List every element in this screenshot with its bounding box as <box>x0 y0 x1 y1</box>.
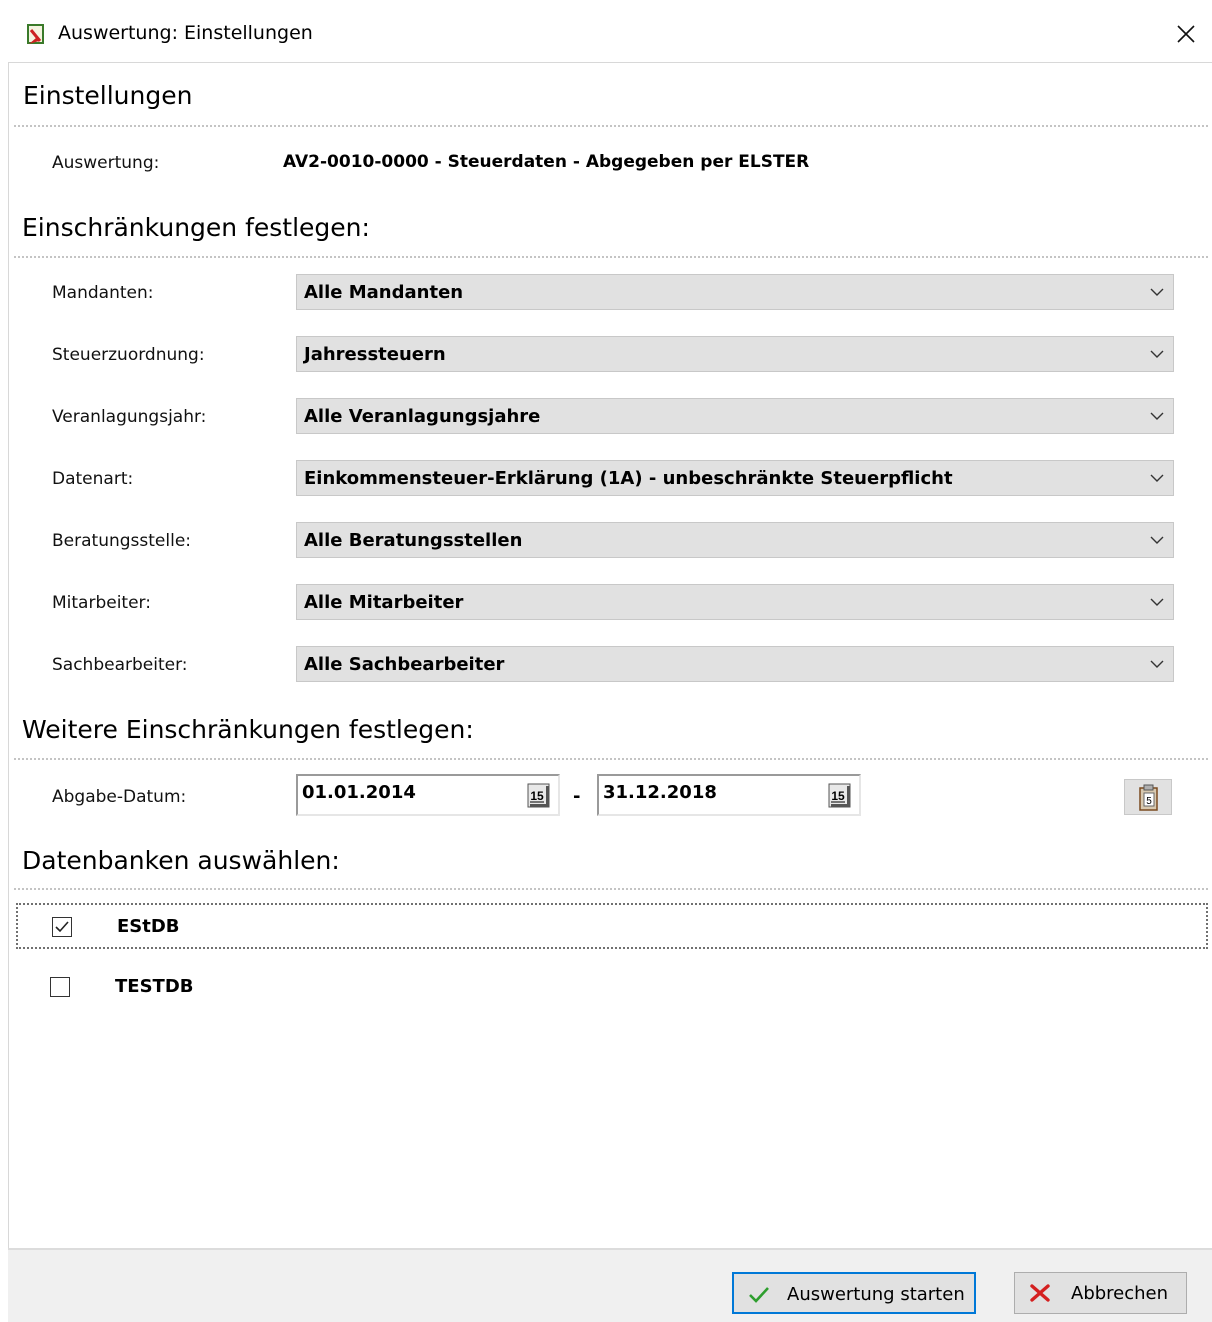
date-separator: - <box>573 786 581 807</box>
datenart-value: Einkommensteuer-Erklärung (1A) - unbesch… <box>304 468 953 489</box>
date-from-value: 01.01.2014 <box>302 782 416 803</box>
sachbearbeiter-value: Alle Sachbearbeiter <box>304 654 505 675</box>
start-evaluation-label: Auswertung starten <box>787 1284 965 1305</box>
testdb-checkbox[interactable] <box>50 977 70 997</box>
chevron-down-icon <box>1150 474 1164 482</box>
mandanten-value: Alle Mandanten <box>304 282 464 303</box>
mitarbeiter-value: Alle Mitarbeiter <box>304 592 464 613</box>
chevron-down-icon <box>1150 350 1164 358</box>
section-title-einstellungen: Einstellungen <box>23 81 193 110</box>
mandanten-dropdown[interactable]: Alle Mandanten <box>296 274 1174 310</box>
chevron-down-icon <box>1150 660 1164 668</box>
chevron-down-icon <box>1150 412 1164 420</box>
estdb-checkbox[interactable] <box>52 917 72 937</box>
report-app-icon <box>27 24 44 44</box>
section-title-restrictions: Einschränkungen festlegen: <box>22 213 370 242</box>
calendar-glyph: 15 <box>831 789 845 803</box>
date-to-value: 31.12.2018 <box>603 782 717 803</box>
section-divider <box>14 758 1208 760</box>
mandanten-label: Mandanten: <box>52 283 154 303</box>
veranlagungsjahr-dropdown[interactable]: Alle Veranlagungsjahre <box>296 398 1174 434</box>
veranlagungsjahr-label: Veranlagungsjahr: <box>52 407 207 427</box>
steuerzuordnung-dropdown[interactable]: Jahressteuern <box>296 336 1174 372</box>
start-evaluation-button[interactable]: Auswertung starten <box>732 1272 976 1314</box>
abgabe-datum-label: Abgabe-Datum: <box>52 787 187 807</box>
calendar-clipboard-icon: 5 <box>1139 784 1158 811</box>
datenart-label: Datenart: <box>52 469 134 489</box>
cancel-button[interactable]: Abbrechen <box>1014 1272 1187 1314</box>
close-icon[interactable] <box>1174 22 1198 46</box>
estdb-label: EStDB <box>117 916 180 937</box>
beratungsstelle-label: Beratungsstelle: <box>52 531 192 551</box>
dialog-window: Auswertung: Einstellungen Einstellungen … <box>0 0 1212 1322</box>
auswertung-value: AV2-0010-0000 - Steuerdaten - Abgegeben … <box>283 152 810 172</box>
section-divider <box>14 125 1208 127</box>
calendar-glyph: 15 <box>530 789 544 803</box>
beratungsstelle-value: Alle Beratungsstellen <box>304 530 523 551</box>
calendar-icon[interactable]: 15 <box>526 782 552 810</box>
section-title-databases: Datenbanken auswählen: <box>22 846 340 875</box>
date-to-field[interactable]: 31.12.2018 15 <box>597 774 861 816</box>
date-from-field[interactable]: 01.01.2014 15 <box>296 774 560 816</box>
button-bar: Auswertung starten Abbrechen <box>8 1248 1212 1322</box>
steuerzuordnung-label: Steuerzuordnung: <box>52 345 205 365</box>
window-title: Auswertung: Einstellungen <box>58 22 313 44</box>
database-row-estdb[interactable]: EStDB <box>16 903 1208 949</box>
veranlagungsjahr-value: Alle Veranlagungsjahre <box>304 406 541 427</box>
sachbearbeiter-label: Sachbearbeiter: <box>52 655 188 675</box>
beratungsstelle-dropdown[interactable]: Alle Beratungsstellen <box>296 522 1174 558</box>
checkmark-icon <box>55 921 69 933</box>
database-row-testdb[interactable]: TESTDB <box>16 965 1208 1011</box>
cancel-x-icon <box>1030 1284 1050 1302</box>
auswertung-label: Auswertung: <box>52 153 160 173</box>
mitarbeiter-dropdown[interactable]: Alle Mitarbeiter <box>296 584 1174 620</box>
chevron-down-icon <box>1150 598 1164 606</box>
chevron-down-icon <box>1150 536 1164 544</box>
testdb-label: TESTDB <box>115 976 194 997</box>
section-divider <box>14 888 1208 890</box>
calendar-icon[interactable]: 15 <box>827 782 853 810</box>
mitarbeiter-label: Mitarbeiter: <box>52 593 151 613</box>
steuerzuordnung-value: Jahressteuern <box>304 344 446 365</box>
section-title-more-restrictions: Weitere Einschränkungen festlegen: <box>22 715 474 744</box>
chevron-down-icon <box>1150 288 1164 296</box>
date-preset-button[interactable]: 5 <box>1124 779 1172 815</box>
cancel-label: Abbrechen <box>1071 1283 1169 1304</box>
checkmark-icon <box>749 1287 769 1303</box>
section-divider <box>14 256 1208 258</box>
svg-text:5: 5 <box>1146 796 1152 807</box>
title-bar: Auswertung: Einstellungen <box>0 0 1212 62</box>
sachbearbeiter-dropdown[interactable]: Alle Sachbearbeiter <box>296 646 1174 682</box>
datenart-dropdown[interactable]: Einkommensteuer-Erklärung (1A) - unbesch… <box>296 460 1174 496</box>
